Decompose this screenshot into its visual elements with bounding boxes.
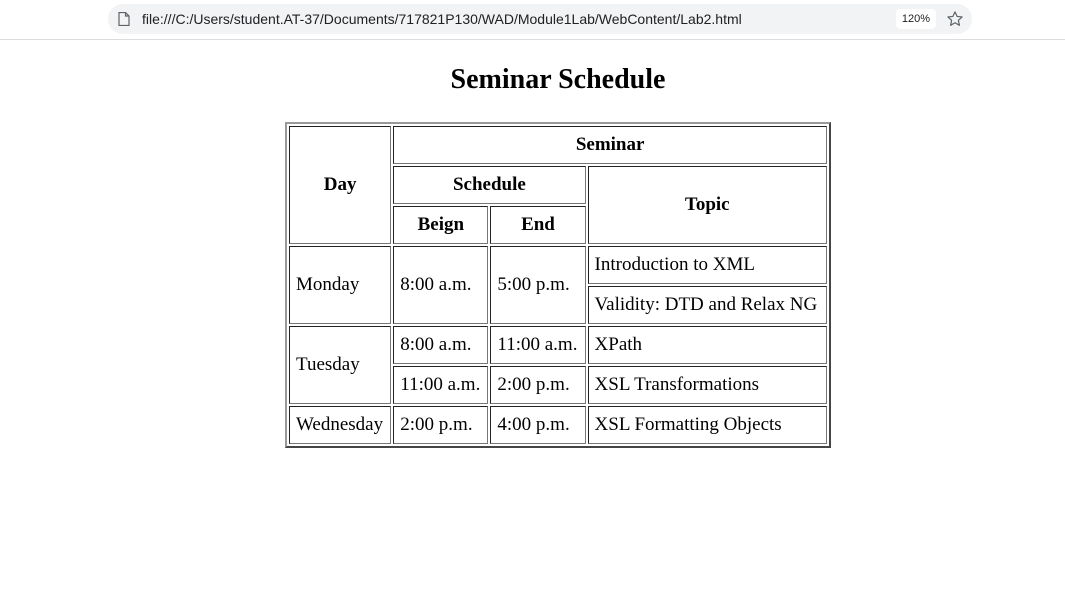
address-bar[interactable]: file:///C:/Users/student.AT-37/Documents…	[108, 4, 972, 34]
cell-day: Wednesday	[289, 406, 392, 444]
cell-topic: XSL Formatting Objects	[587, 406, 827, 444]
star-icon[interactable]	[946, 10, 964, 28]
header-end: End	[490, 206, 586, 244]
cell-day: Tuesday	[289, 326, 392, 404]
table-row: Wednesday 2:00 p.m. 4:00 p.m. XSL Format…	[289, 406, 827, 444]
table-header-row: Day Seminar	[289, 126, 827, 244]
zoom-level-badge[interactable]: 120%	[896, 9, 936, 29]
browser-toolbar: file:///C:/Users/student.AT-37/Documents…	[0, 0, 1065, 40]
header-topic: Topic	[587, 166, 827, 244]
cell-topic: Validity: DTD and Relax NG	[587, 286, 827, 324]
cell-end: 2:00 p.m.	[490, 366, 586, 404]
cell-end: 11:00 a.m.	[490, 326, 586, 364]
cell-begin: 11:00 a.m.	[393, 366, 489, 404]
header-seminar: Seminar	[393, 126, 827, 164]
seminar-schedule-table: Day Seminar Schedule Topic Beign End Mon…	[285, 122, 831, 448]
table-row: Tuesday 8:00 a.m. 11:00 a.m. XPath	[289, 326, 827, 404]
cell-end: 5:00 p.m.	[490, 246, 586, 324]
cell-end: 4:00 p.m.	[490, 406, 586, 444]
cell-day: Monday	[289, 246, 392, 324]
cell-begin: 2:00 p.m.	[393, 406, 489, 444]
cell-topic: Introduction to XML	[587, 246, 827, 284]
cell-topic: XPath	[587, 326, 827, 364]
cell-begin: 8:00 a.m.	[393, 326, 489, 364]
header-begin: Beign	[393, 206, 489, 244]
header-schedule: Schedule	[393, 166, 586, 204]
cell-begin: 8:00 a.m.	[393, 246, 489, 324]
url-text[interactable]: file:///C:/Users/student.AT-37/Documents…	[142, 11, 742, 27]
file-icon	[118, 12, 130, 26]
page-title: Seminar Schedule	[450, 64, 666, 95]
cell-topic: XSL Transformations	[587, 366, 827, 404]
table-row: Monday 8:00 a.m. 5:00 p.m. Introduction …	[289, 246, 827, 324]
header-day: Day	[289, 126, 392, 244]
page-content: Seminar Schedule Day Seminar Schedule To…	[0, 40, 1065, 595]
